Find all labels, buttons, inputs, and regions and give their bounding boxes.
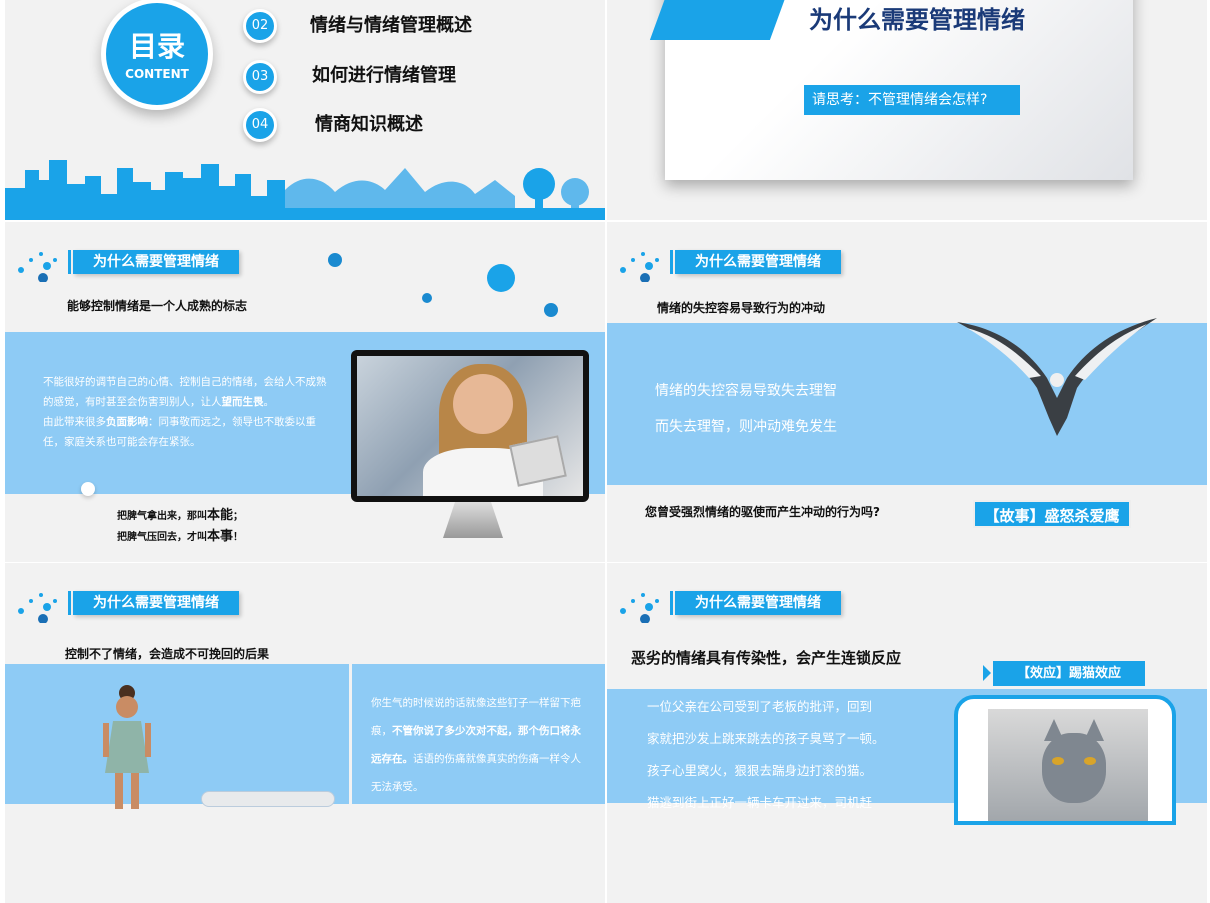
section-header: 为什么需要管理情绪	[670, 250, 841, 274]
toc-number: 04	[243, 108, 277, 142]
slide-kick-cat[interactable]: 为什么需要管理情绪 恶劣的情绪具有传染性，会产生连锁反应 【效应】踢猫效应 一位…	[607, 563, 1207, 903]
city-skyline-graphic	[5, 160, 605, 220]
story-label: 【故事】盛怒杀爱鹰	[973, 500, 1131, 528]
toc-title: 目录	[128, 30, 185, 63]
decorative-bubble	[81, 482, 95, 496]
blue-band-left	[5, 664, 349, 804]
footer-line: 把脾气拿出来，那叫本能；	[117, 508, 244, 523]
slide-impulse[interactable]: 为什么需要管理情绪 情绪的失控容易导致行为的冲动 情绪的失控容易导致失去理智 而…	[607, 222, 1207, 562]
cat-photo-frame	[954, 695, 1176, 825]
child-image	[103, 685, 151, 809]
toc-item-text: 如何进行情绪管理	[312, 65, 456, 86]
slide-toc[interactable]: 目录 CONTENT 02 情绪与情绪管理概述 03 如何进行情绪管理 04 情…	[5, 0, 605, 220]
slide-why-manage[interactable]: 为什么需要管理情绪 请思考：不管理情绪会怎样?	[607, 0, 1207, 220]
think-prompt: 请思考：不管理情绪会怎样?	[804, 85, 1020, 115]
toc-item-text: 情绪与情绪管理概述	[310, 15, 472, 36]
section-header: 为什么需要管理情绪	[670, 591, 841, 615]
decorative-bubbles	[328, 253, 558, 317]
toc-subtitle: CONTENT	[125, 67, 189, 81]
body-text: 你生气的时候说的话就像这些钉子一样留下疤痕，不管你说了多少次对不起，那个伤口将永…	[371, 697, 581, 793]
body-text: 不能很好的调节自己的心情、控制自己的情绪，会给人不成熟的感觉，有时甚至会伤害到别…	[43, 376, 327, 448]
blue-tag-shape	[649, 0, 789, 40]
toc-item-text: 情商知识概述	[315, 114, 423, 135]
slide-subtitle: 控制不了情绪，会造成不可挽回的后果	[65, 647, 270, 661]
eagle-image	[957, 318, 1157, 436]
decorative-dots	[18, 593, 57, 623]
body-line: 情绪的失控容易导致失去理智	[655, 383, 837, 399]
footer-line: 把脾气压回去，才叫本事！	[117, 529, 244, 544]
monitor-photo	[351, 350, 589, 502]
arrow-icon	[983, 665, 991, 681]
body-line: 而失去理智，则冲动难免发生	[655, 419, 837, 435]
decorative-dots	[18, 252, 57, 282]
decorative-dots	[620, 252, 659, 282]
toc-number: 03	[243, 60, 277, 94]
slide-subtitle: 恶劣的情绪具有传染性，会产生连锁反应	[631, 649, 902, 667]
effect-label: 【效应】踢猫效应	[993, 661, 1145, 686]
cat-image	[988, 709, 1148, 821]
woman-phone-photo	[357, 356, 583, 496]
section-header: 为什么需要管理情绪	[68, 591, 239, 615]
slide-subtitle: 能够控制情绪是一个人成熟的标志	[67, 299, 248, 313]
decorative-dots	[620, 593, 659, 623]
slide-title: 为什么需要管理情绪	[809, 6, 1025, 34]
question-text: 您曾受强烈情绪的驱使而产生冲动的行为吗?	[645, 505, 880, 519]
toc-number: 02	[243, 9, 277, 43]
section-header: 为什么需要管理情绪	[68, 250, 239, 274]
slide-control-maturity[interactable]: 为什么需要管理情绪 能够控制情绪是一个人成熟的标志 不能很好的调节自己的心情、控…	[5, 222, 605, 562]
slide-consequences[interactable]: 为什么需要管理情绪 控制不了情绪，会造成不可挽回的后果 你生气的时候说的话就像这…	[5, 563, 605, 903]
toc-badge: 目录 CONTENT	[101, 0, 213, 110]
decorative-pill	[201, 791, 335, 807]
monitor-stand	[443, 502, 503, 538]
slide-subtitle: 情绪的失控容易导致行为的冲动	[657, 301, 826, 315]
